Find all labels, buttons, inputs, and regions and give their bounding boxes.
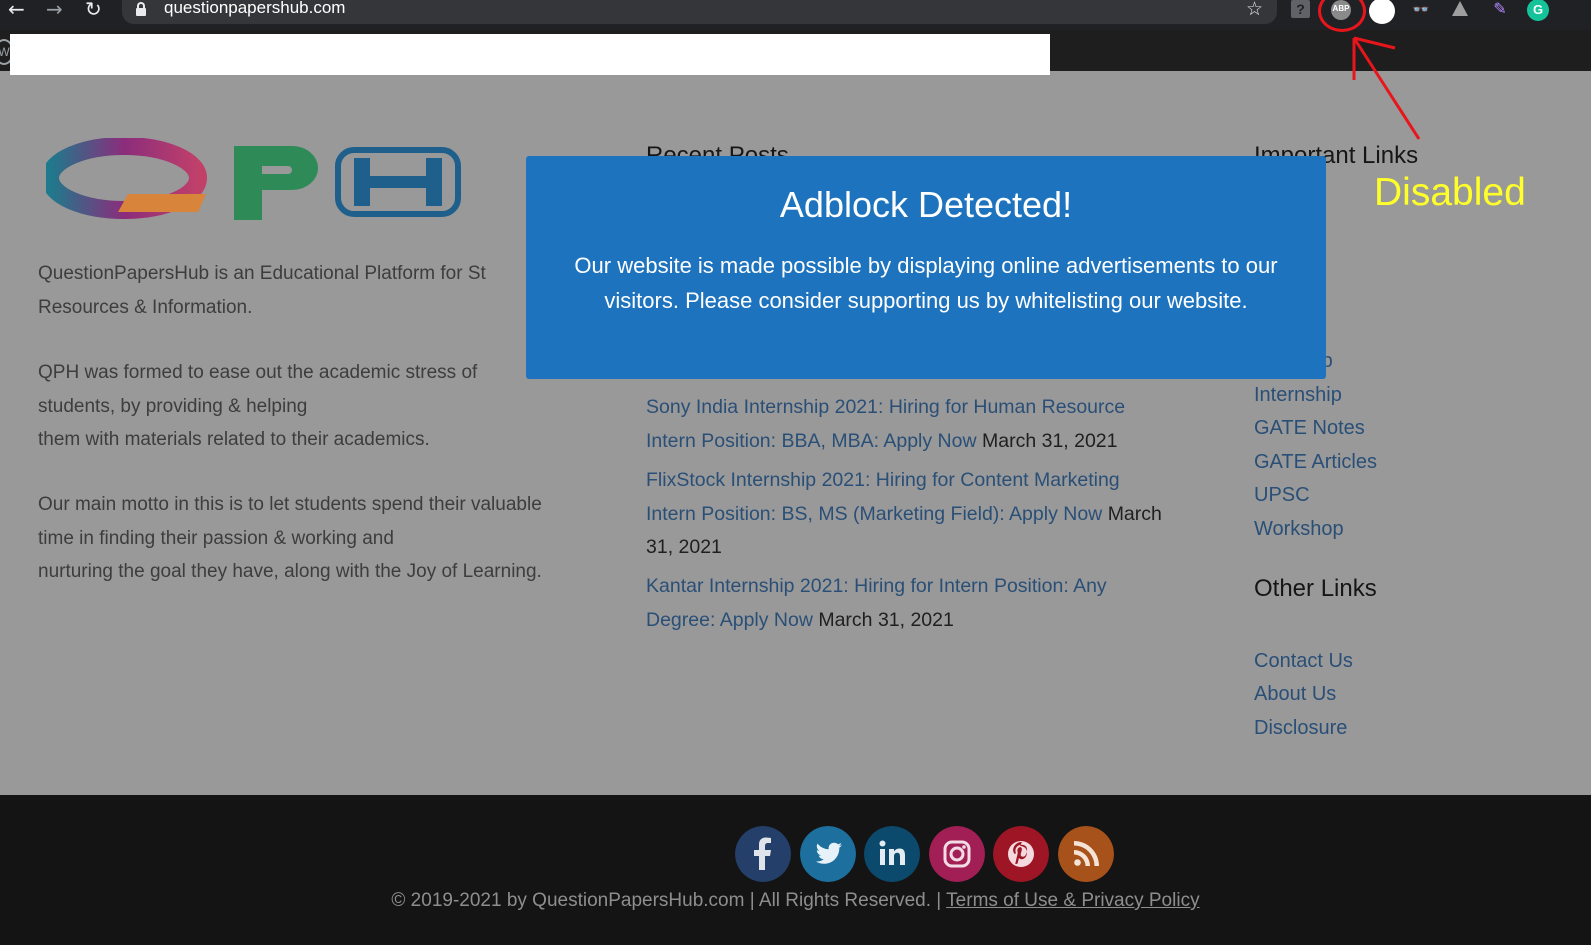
post-link[interactable]: Kantar Internship 2021: Hiring for Inter… [646,575,1107,597]
terms-privacy-link[interactable]: Terms of Use & Privacy Policy [946,890,1199,911]
about-paragraph: QPH was formed to ease out the academic … [38,362,478,450]
other-link-contact-us[interactable]: Contact Us [1254,646,1353,676]
lock-icon [136,2,146,16]
post-link[interactable]: FlixStock Internship 2021: Hiring for Co… [646,469,1120,491]
post-link[interactable]: Intern Position: BS, MS (Marketing Field… [646,503,1102,525]
extension-circle-icon[interactable] [1369,0,1395,24]
post-date: March 31, 2021 [818,608,954,631]
about-paragraph: QuestionPapersHub is an Educational Plat… [38,263,486,318]
back-icon[interactable]: ← [8,0,25,22]
important-link-internship[interactable]: Internship [1254,380,1342,410]
extension-help-icon[interactable]: ? [1291,0,1310,18]
post-link[interactable]: Sony India Internship 2021: Hiring for H… [646,396,1125,418]
modal-title: Adblock Detected! [779,184,1073,225]
grammarly-icon[interactable]: G [1527,0,1549,21]
adblock-modal: Adblock Detected! Our website is made po… [526,156,1326,379]
other-links-heading: Other Links [1254,575,1377,602]
modal-message: Our website is made possible by displayi… [574,253,1278,313]
pinterest-icon[interactable] [993,826,1049,882]
other-link-disclosure[interactable]: Disclosure [1254,713,1347,743]
url-text[interactable]: questionpapershub.com [164,0,345,18]
site-footer [0,795,1591,945]
post-date: 31, 2021 [646,536,722,558]
important-link-gate-articles[interactable]: GATE Articles [1254,447,1377,477]
rss-icon[interactable] [1058,826,1114,882]
address-bar[interactable]: questionpapershub.com ☆ [122,0,1277,24]
post-date: March 31, 2021 [982,429,1118,452]
about-paragraph: Our main motto in this is to let student… [38,494,542,582]
disabled-annotation: Disabled [1374,171,1526,214]
facebook-icon[interactable] [735,826,791,882]
extension-pen-icon[interactable]: ✎ [1490,0,1510,20]
important-link-workshop[interactable]: Workshop [1254,514,1344,544]
post-item: Sony India Internship 2021: Hiring for H… [646,391,1191,458]
bookmark-star-icon[interactable]: ☆ [1246,0,1263,19]
instagram-icon[interactable] [929,826,985,882]
important-link-gate-notes[interactable]: GATE Notes [1254,413,1365,443]
qph-logo [46,138,461,220]
redacted-area [10,34,1050,75]
linkedin-icon[interactable] [864,826,920,882]
extension-triangle-icon[interactable] [1452,1,1468,16]
important-link-upsc[interactable]: UPSC [1254,480,1310,510]
post-date: March [1107,502,1162,525]
other-link-about-us[interactable]: About Us [1254,679,1336,709]
twitter-icon[interactable] [800,826,856,882]
forward-icon[interactable]: → [46,0,63,22]
post-link[interactable]: Intern Position: BBA, MBA: Apply Now [646,430,977,452]
footer-copyright: © 2019-2021 by QuestionPapersHub.com | A… [391,890,1200,911]
post-item: Kantar Internship 2021: Hiring for Inter… [646,570,1191,637]
post-item: FlixStock Internship 2021: Hiring for Co… [646,464,1191,565]
reload-icon[interactable]: ↻ [85,0,102,22]
extension-glasses-icon[interactable]: 👓 [1411,0,1431,20]
post-link[interactable]: Degree: Apply Now [646,609,813,631]
annotation-arrow-icon [1352,36,1421,140]
